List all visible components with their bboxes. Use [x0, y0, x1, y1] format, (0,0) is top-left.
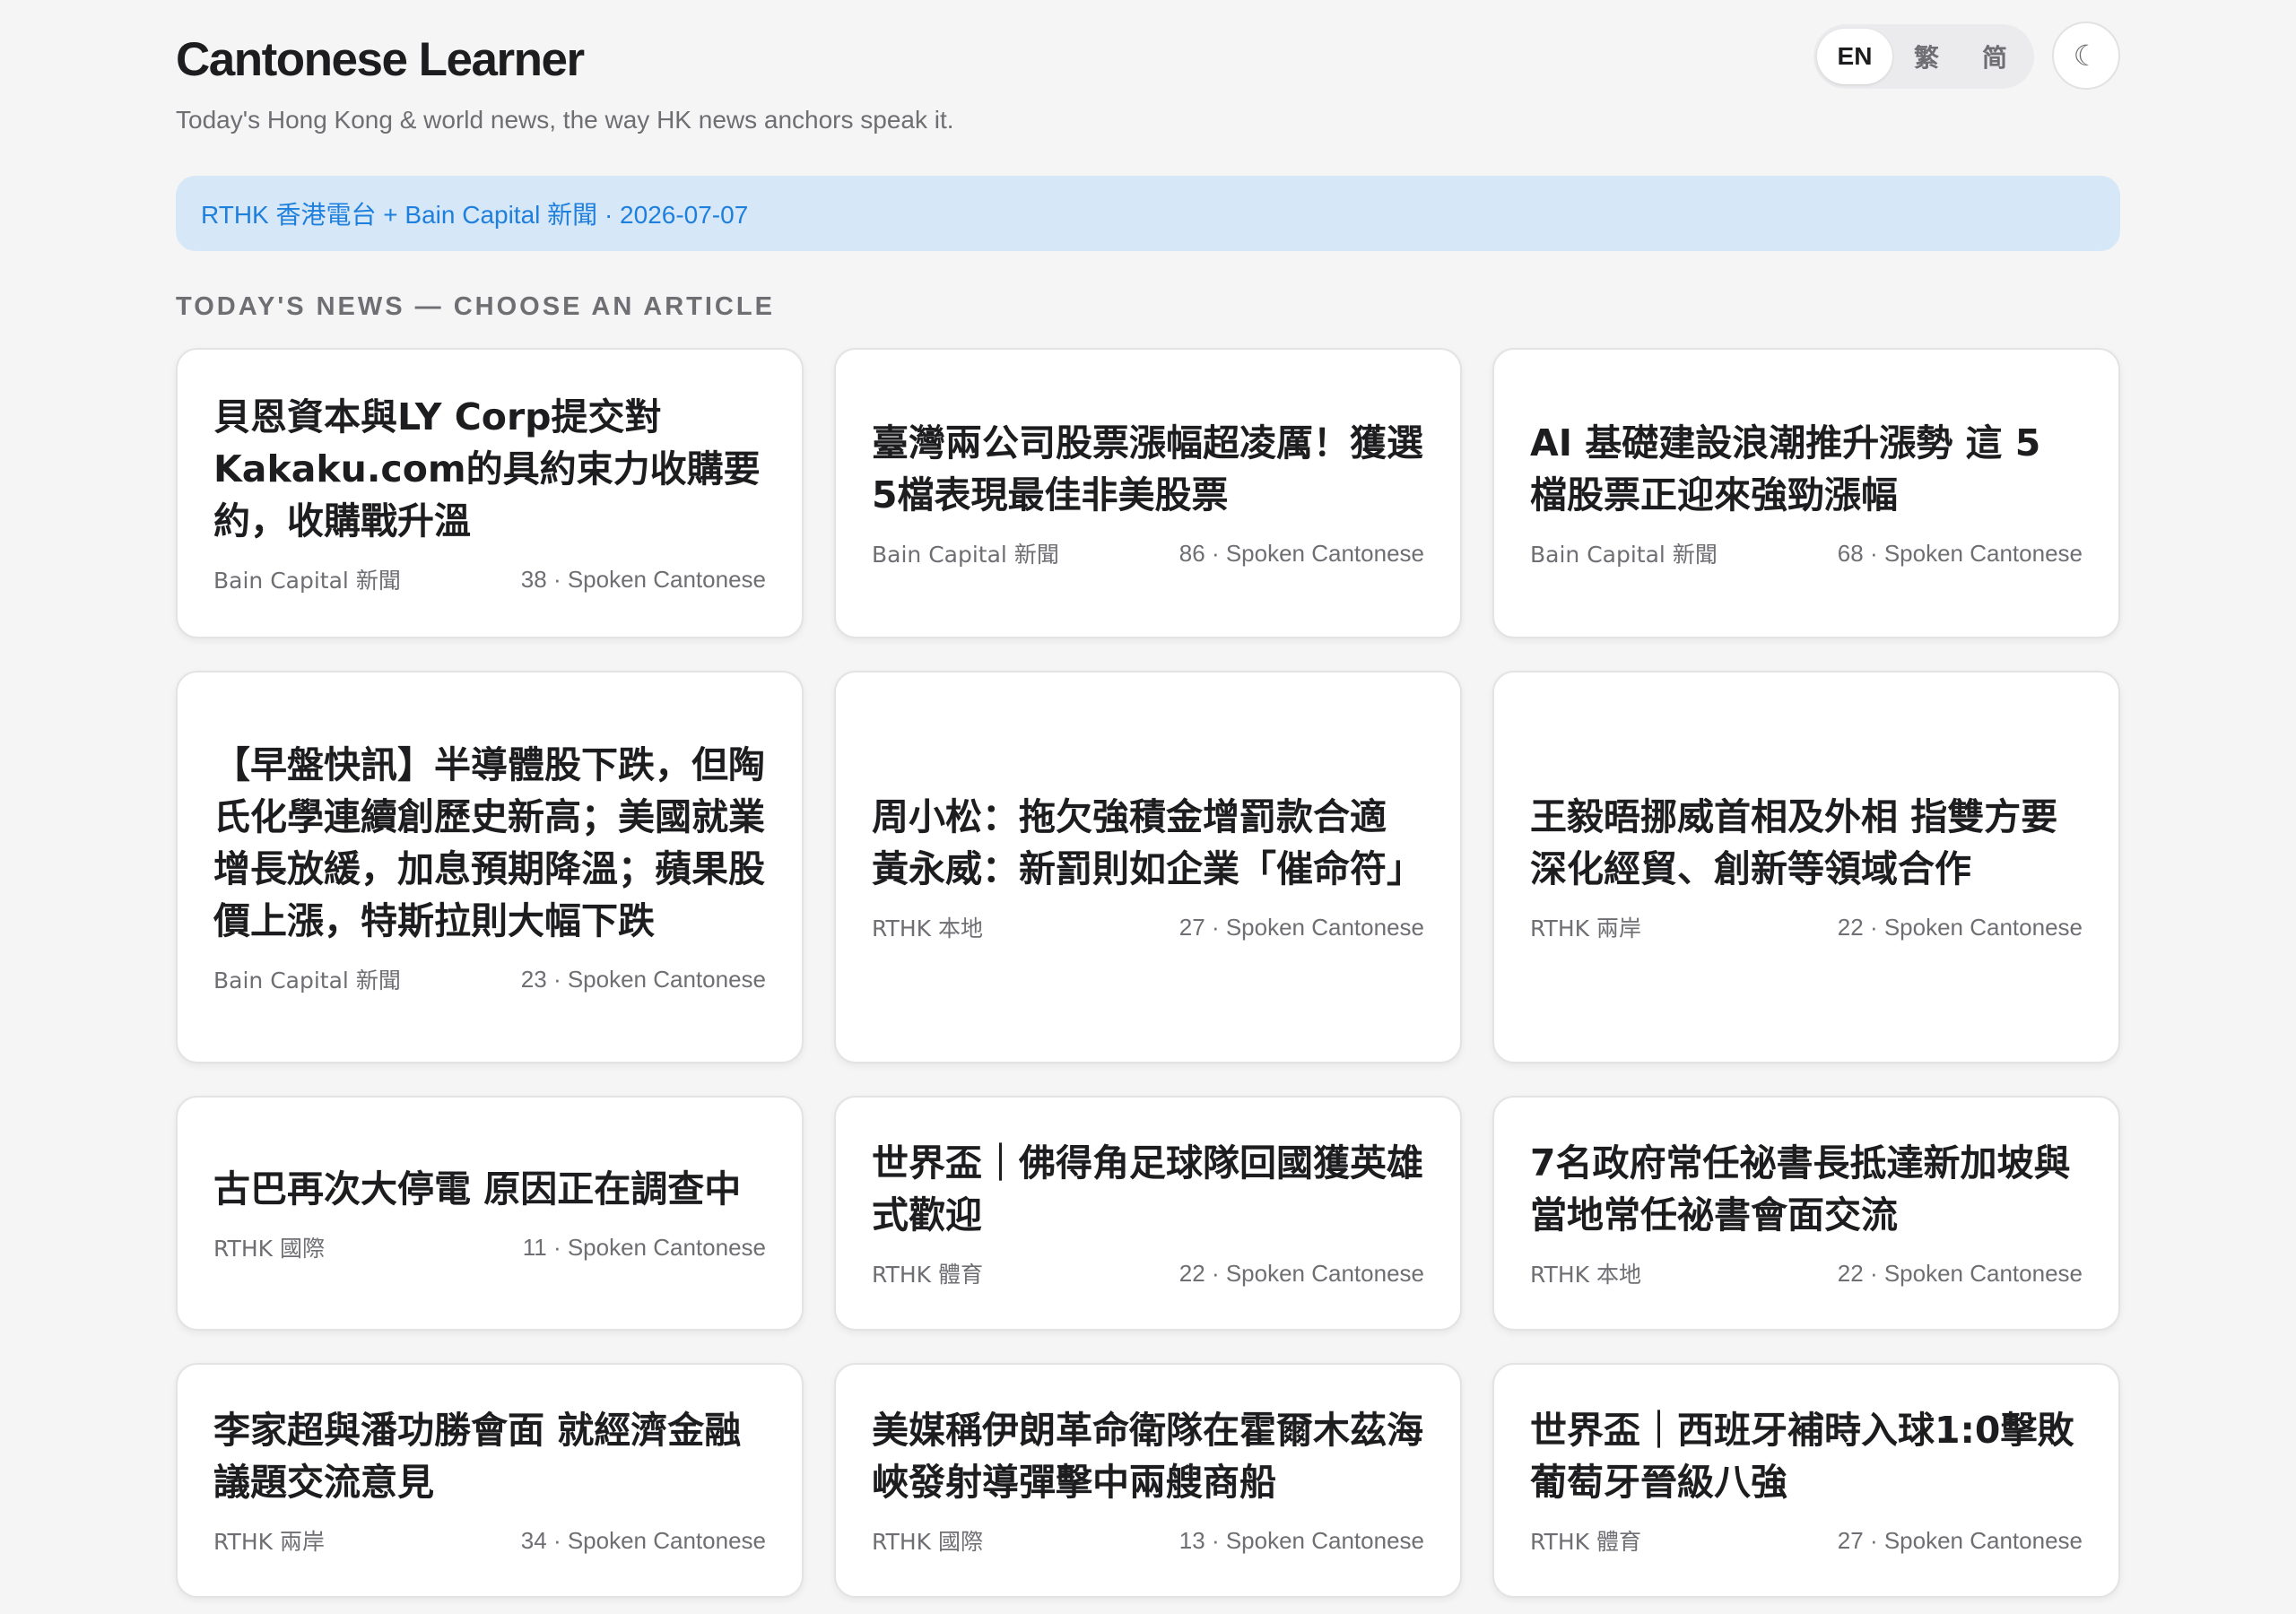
article-source: RTHK 國際: [872, 1529, 983, 1555]
article-card[interactable]: 古巴再次大停電 原因正在調查中 RTHK 國際 11 · Spoken Cant…: [176, 1096, 804, 1331]
article-source: RTHK 體育: [1530, 1529, 1641, 1555]
article-stats: 38 · Spoken Cantonese: [520, 565, 766, 593]
article-title: 周小松：拖欠強積金增罰款合適 黃永威：新罰則如企業「催命符」: [872, 795, 1423, 890]
article-card[interactable]: 世界盃｜西班牙補時入球1:0擊敗葡萄牙晉級八強 RTHK 體育 27 · Spo…: [1492, 1363, 2120, 1598]
article-card[interactable]: 貝恩資本與LY Corp提交對Kakaku.com的具約束力收購要約，收購戰升溫…: [176, 348, 804, 638]
article-source: Bain Capital 新聞: [213, 968, 401, 994]
article-source: RTHK 本地: [1530, 1262, 1641, 1288]
lang-simplified-button[interactable]: 简: [1961, 29, 2029, 84]
article-source: RTHK 兩岸: [213, 1529, 325, 1555]
article-meta: Bain Capital 新聞 23 · Spoken Cantonese: [213, 963, 766, 995]
article-stats: 34 · Spoken Cantonese: [520, 1526, 766, 1554]
moon-icon: ☾: [2073, 39, 2100, 72]
article-card[interactable]: 周小松：拖欠強積金增罰款合適 黃永威：新罰則如企業「催命符」 RTHK 本地 2…: [834, 671, 1462, 1063]
article-source: RTHK 本地: [872, 915, 983, 941]
article-title: 美媒稱伊朗革命衛隊在霍爾木茲海峽發射導彈擊中兩艘商船: [872, 1409, 1423, 1504]
article-card[interactable]: AI 基礎建設浪潮推升漲勢 這 5 檔股票正迎來強勁漲幅 Bain Capita…: [1492, 348, 2120, 638]
page: Cantonese Learner Today's Hong Kong & wo…: [176, 0, 2120, 1598]
source-banner-text: RTHK 香港電台 + Bain Capital 新聞 · 2026-07-07: [201, 201, 749, 229]
article-stats: 22 · Spoken Cantonese: [1837, 913, 2083, 941]
article-stats: 27 · Spoken Cantonese: [1178, 913, 1424, 941]
article-title: 世界盃｜佛得角足球隊回國獲英雄式歡迎: [872, 1141, 1423, 1237]
theme-toggle-button[interactable]: ☾: [2052, 22, 2120, 90]
article-source: Bain Capital 新聞: [1530, 542, 1718, 568]
article-source: Bain Capital 新聞: [872, 542, 1059, 568]
article-title: 王毅晤挪威首相及外相 指雙方要深化經貿、創新等領域合作: [1530, 795, 2058, 890]
source-banner: RTHK 香港電台 + Bain Capital 新聞 · 2026-07-07: [176, 176, 2120, 251]
article-card[interactable]: 王毅晤挪威首相及外相 指雙方要深化經貿、創新等領域合作 RTHK 兩岸 22 ·…: [1492, 671, 2120, 1063]
article-source: RTHK 兩岸: [1530, 915, 1641, 941]
article-title: 臺灣兩公司股票漲幅超凌厲！獲選5檔表現最佳非美股票: [872, 421, 1423, 516]
article-source: Bain Capital 新聞: [213, 568, 401, 594]
article-meta: Bain Capital 新聞 86 · Spoken Cantonese: [872, 537, 1424, 569]
section-heading: Today's news — choose an article: [176, 292, 775, 321]
lang-en-button[interactable]: EN: [1817, 29, 1892, 84]
article-meta: RTHK 體育 27 · Spoken Cantonese: [1530, 1524, 2083, 1557]
article-meta: Bain Capital 新聞 68 · Spoken Cantonese: [1530, 537, 2083, 569]
article-stats: 22 · Spoken Cantonese: [1178, 1259, 1424, 1287]
header: Cantonese Learner Today's Hong Kong & wo…: [176, 0, 2120, 167]
language-switcher: EN 繁 简: [1813, 24, 2034, 89]
article-title: 李家超與潘功勝會面 就經濟金融議題交流意見: [213, 1409, 742, 1504]
article-stats: 68 · Spoken Cantonese: [1837, 539, 2083, 567]
article-title: AI 基礎建設浪潮推升漲勢 這 5 檔股票正迎來強勁漲幅: [1530, 421, 2041, 516]
app-subtitle: Today's Hong Kong & world news, the way …: [176, 106, 954, 134]
article-meta: RTHK 兩岸 34 · Spoken Cantonese: [213, 1524, 766, 1557]
article-meta: RTHK 國際 11 · Spoken Cantonese: [213, 1231, 766, 1263]
article-title: 貝恩資本與LY Corp提交對Kakaku.com的具約束力收購要約，收購戰升溫: [213, 395, 761, 542]
article-title: 【早盤快訊】半導體股下跌，但陶氏化學連續創歷史新高；美國就業增長放緩，加息預期降…: [213, 743, 765, 942]
article-source: RTHK 國際: [213, 1236, 325, 1262]
article-title: 世界盃｜西班牙補時入球1:0擊敗葡萄牙晉級八強: [1530, 1409, 2074, 1504]
article-meta: RTHK 本地 27 · Spoken Cantonese: [872, 911, 1424, 943]
article-stats: 23 · Spoken Cantonese: [520, 965, 766, 993]
article-card[interactable]: 7名政府常任祕書長抵達新加坡與當地常任祕書會面交流 RTHK 本地 22 · S…: [1492, 1096, 2120, 1331]
article-card[interactable]: 【早盤快訊】半導體股下跌，但陶氏化學連續創歷史新高；美國就業增長放緩，加息預期降…: [176, 671, 804, 1063]
article-card[interactable]: 世界盃｜佛得角足球隊回國獲英雄式歡迎 RTHK 體育 22 · Spoken C…: [834, 1096, 1462, 1331]
article-stats: 22 · Spoken Cantonese: [1837, 1259, 2083, 1287]
article-stats: 86 · Spoken Cantonese: [1178, 539, 1424, 567]
article-source: RTHK 體育: [872, 1262, 983, 1288]
article-card[interactable]: 美媒稱伊朗革命衛隊在霍爾木茲海峽發射導彈擊中兩艘商船 RTHK 國際 13 · …: [834, 1363, 1462, 1598]
lang-traditional-button[interactable]: 繁: [1892, 29, 1961, 84]
article-title: 古巴再次大停電 原因正在調查中: [213, 1167, 742, 1210]
article-stats: 13 · Spoken Cantonese: [1178, 1526, 1424, 1554]
article-card[interactable]: 臺灣兩公司股票漲幅超凌厲！獲選5檔表現最佳非美股票 Bain Capital 新…: [834, 348, 1462, 638]
article-card[interactable]: 李家超與潘功勝會面 就經濟金融議題交流意見 RTHK 兩岸 34 · Spoke…: [176, 1363, 804, 1598]
article-meta: RTHK 國際 13 · Spoken Cantonese: [872, 1524, 1424, 1557]
article-stats: 11 · Spoken Cantonese: [522, 1233, 766, 1261]
article-meta: RTHK 本地 22 · Spoken Cantonese: [1530, 1257, 2083, 1289]
article-meta: RTHK 體育 22 · Spoken Cantonese: [872, 1257, 1424, 1289]
app-title: Cantonese Learner: [176, 33, 585, 86]
article-title: 7名政府常任祕書長抵達新加坡與當地常任祕書會面交流: [1530, 1141, 2071, 1237]
article-stats: 27 · Spoken Cantonese: [1837, 1526, 2083, 1554]
article-meta: RTHK 兩岸 22 · Spoken Cantonese: [1530, 911, 2083, 943]
article-meta: Bain Capital 新聞 38 · Spoken Cantonese: [213, 563, 766, 595]
